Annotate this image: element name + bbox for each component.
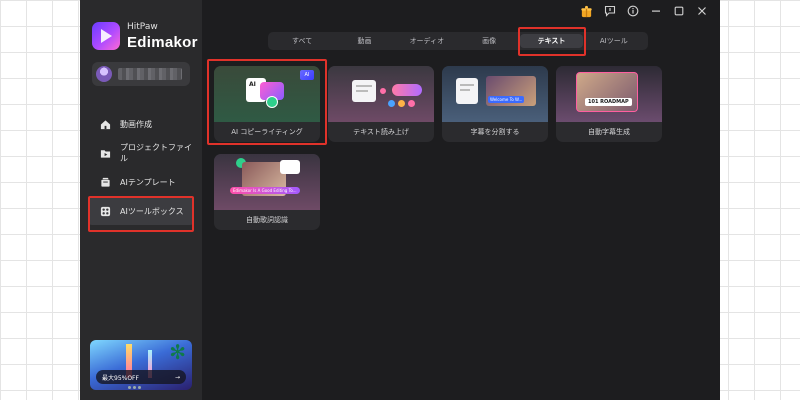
sidebar-item-project-files[interactable]: プロジェクトファイル (88, 139, 194, 167)
gift-icon[interactable] (580, 5, 593, 18)
tab-all[interactable]: すべて (271, 34, 333, 48)
sidebar-item-label: 動画作成 (120, 119, 152, 129)
lyrics-bubble-graphic (280, 160, 300, 174)
audio-wave-graphic (392, 84, 422, 96)
card-thumbnail: Edimakor Is A Good Editing To... (214, 154, 320, 210)
video-frame-graphic: 101 ROADMAP (576, 72, 638, 112)
tab-text[interactable]: テキスト (520, 34, 583, 48)
sidebar-item-ai-template[interactable]: AIテンプレート (88, 168, 194, 196)
account-button[interactable] (92, 62, 190, 86)
sidebar-nav: 動画作成 プロジェクトファイル AIテンプレート AIツールボックス (88, 110, 194, 226)
card-label: テキスト読み上げ (353, 128, 409, 136)
card-thumbnail (328, 66, 434, 122)
sidebar-item-video-create[interactable]: 動画作成 (88, 110, 194, 138)
card-thumbnail: Welcome To W... (442, 66, 548, 122)
feedback-icon[interactable] (603, 5, 616, 18)
video-frame-graphic: Welcome To W... (486, 76, 536, 106)
edimakor-logo-icon (92, 22, 120, 50)
palm-icon: ✻ (169, 340, 186, 364)
card-thumbnail: 101 ROADMAP (556, 66, 662, 122)
card-label: 字幕を分割する (470, 128, 520, 136)
close-icon[interactable] (695, 5, 708, 18)
brand-name: Edimakor (127, 33, 198, 51)
minimize-icon[interactable] (649, 5, 662, 18)
check-icon (266, 96, 278, 108)
home-icon (100, 119, 111, 130)
avatar (96, 66, 112, 82)
tab-ai-tools[interactable]: AIツール (583, 34, 645, 48)
maximize-icon[interactable] (672, 5, 685, 18)
card-auto-lyrics[interactable]: Edimakor Is A Good Editing To... 自動歌詞認識 (214, 154, 320, 230)
sidebar-item-ai-toolbox[interactable]: AIツールボックス (88, 197, 194, 225)
brand-sub: HitPaw (127, 21, 158, 32)
arrow-right-icon: → (174, 373, 180, 381)
promo-text: 最大95%OFF (102, 374, 139, 382)
promo-carousel-dots (128, 386, 141, 389)
card-label: 自動歌詞認識 (246, 216, 288, 224)
document-icon (352, 80, 376, 102)
card-split-subtitles[interactable]: Welcome To W... 字幕を分割する (442, 66, 548, 142)
card-label: AI コピーライティング (231, 128, 303, 136)
sidebar: HitPaw Edimakor 動画作成 プロジェクトファイル AIテンプレート… (80, 0, 202, 400)
sidebar-item-label: AIテンプレート (120, 177, 176, 187)
card-label: 自動字幕生成 (588, 128, 630, 136)
voice-avatars (388, 100, 418, 108)
sidebar-item-label: プロジェクトファイル (120, 143, 192, 163)
card-text-to-speech[interactable]: テキスト読み上げ (328, 66, 434, 142)
tab-audio[interactable]: オーディオ (396, 34, 458, 48)
info-icon[interactable] (626, 5, 639, 18)
promo-strip: 最大95%OFF → (96, 370, 186, 384)
tab-video[interactable]: 動画 (333, 34, 395, 48)
template-icon (100, 177, 111, 188)
sidebar-item-label: AIツールボックス (120, 206, 184, 216)
app-logo: HitPaw Edimakor (92, 22, 198, 50)
app-window: HitPaw Edimakor 動画作成 プロジェクトファイル AIテンプレート… (80, 0, 720, 400)
folder-icon (100, 148, 111, 159)
card-thumbnail: AI AI (214, 66, 320, 122)
title-bar-controls (580, 2, 720, 20)
promo-banner[interactable]: ✻ 最大95%OFF → (90, 340, 192, 390)
card-auto-subtitles[interactable]: 101 ROADMAP 自動字幕生成 (556, 66, 662, 142)
arrow-icon (380, 88, 386, 94)
tab-image[interactable]: 画像 (458, 34, 520, 48)
ai-badge: AI (300, 70, 314, 80)
document-icon (456, 78, 478, 104)
category-tabs: すべて 動画 オーディオ 画像 テキスト AIツール (268, 32, 648, 50)
toolbox-icon (100, 206, 111, 217)
card-ai-copywriting[interactable]: AI AI AI コピーライティング (214, 66, 320, 142)
account-name-redacted (118, 68, 182, 80)
